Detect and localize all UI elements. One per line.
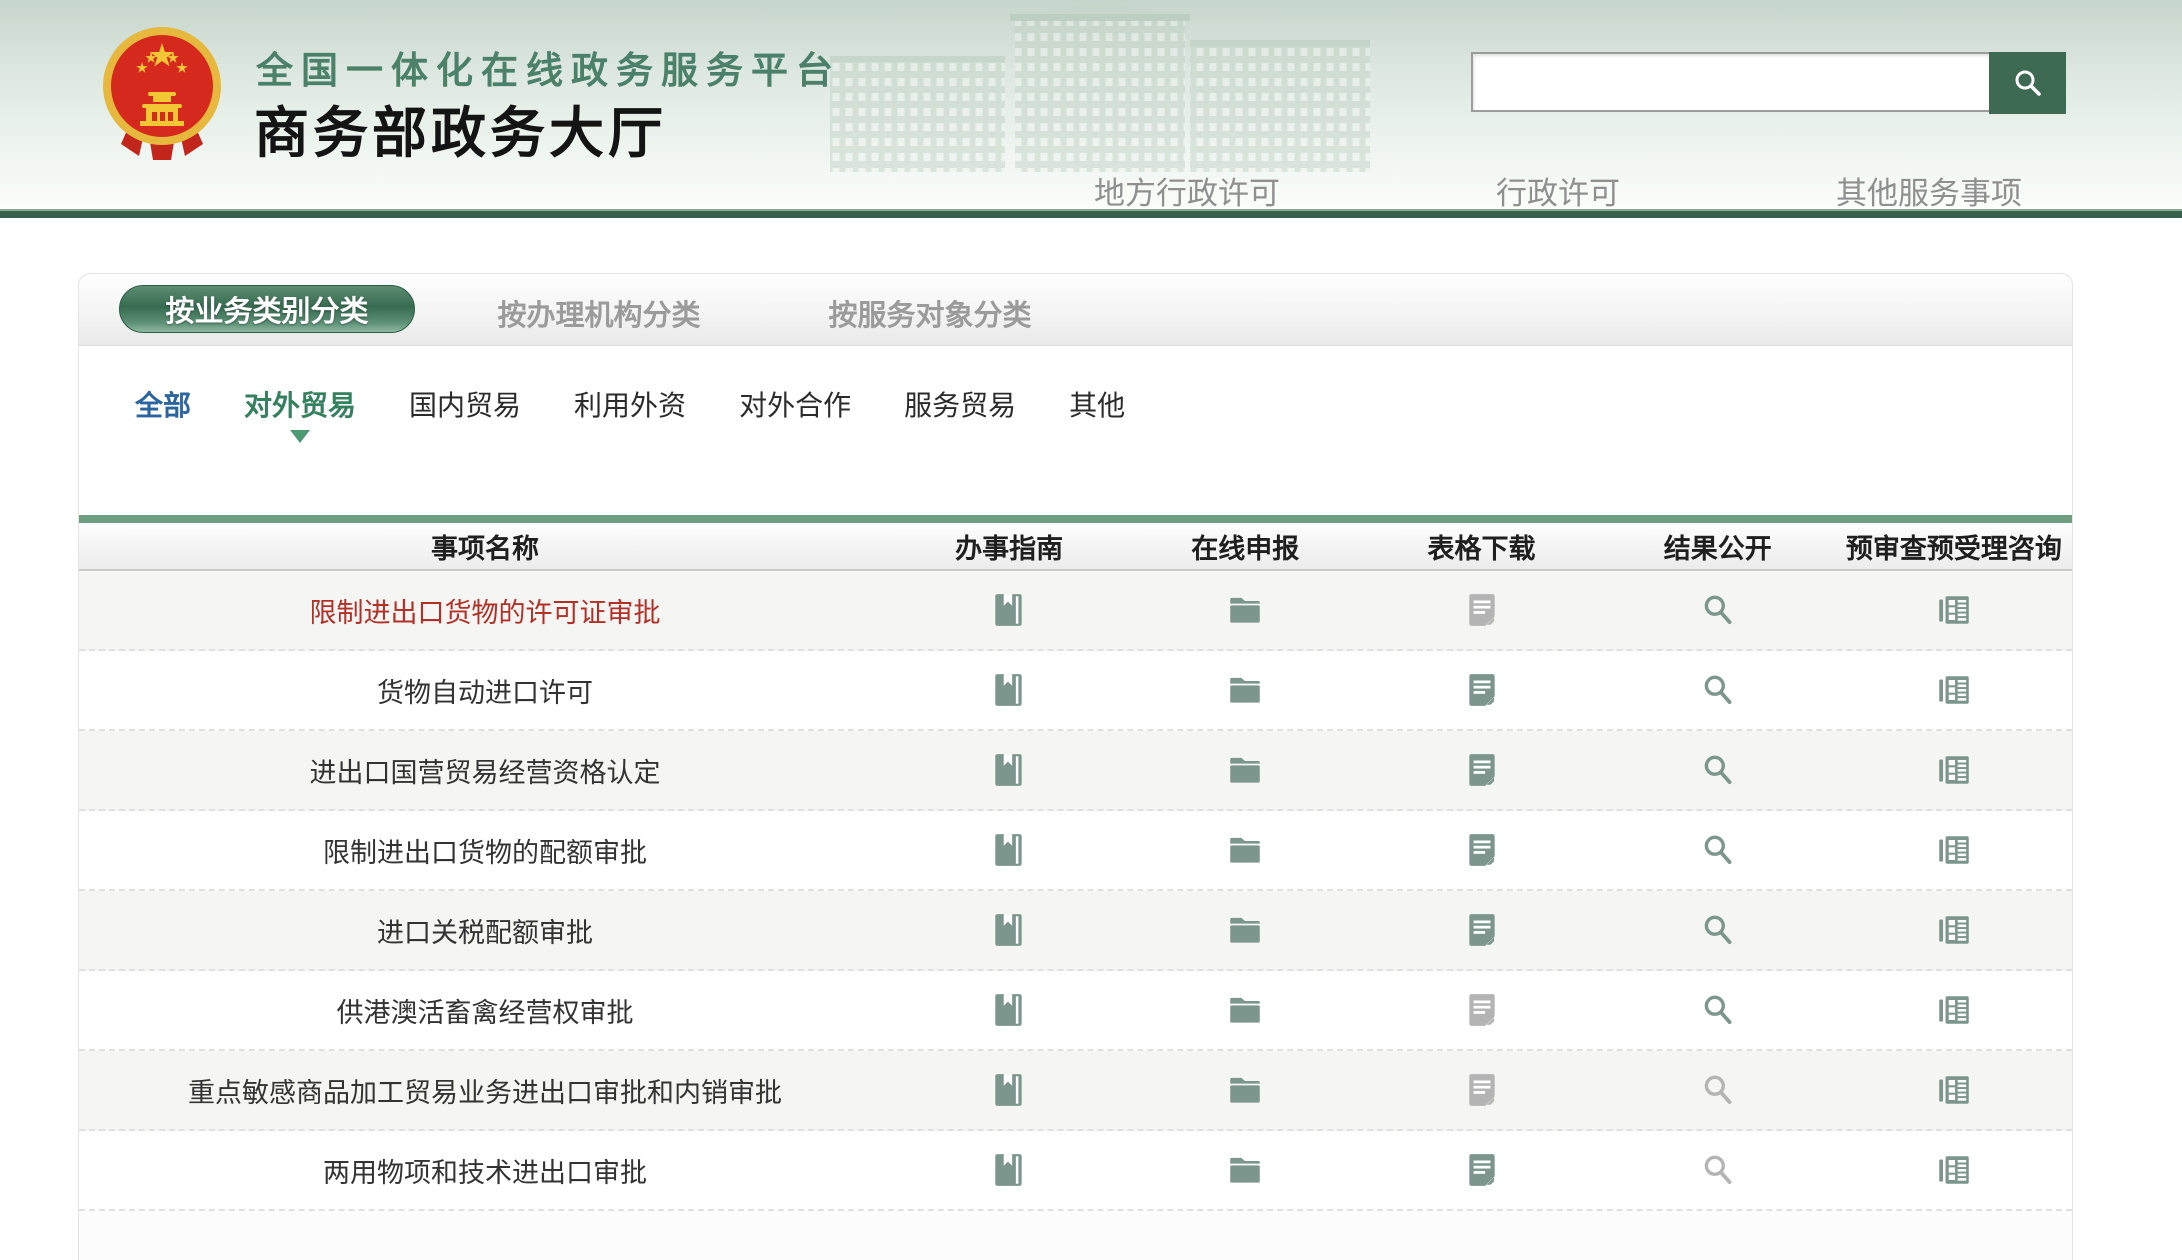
nav-item-other-services[interactable]: 其他服务事项 bbox=[1836, 168, 2022, 213]
apply-folder-icon[interactable] bbox=[1226, 1071, 1264, 1109]
form-download-doc-icon[interactable] bbox=[1463, 1151, 1501, 1189]
main-panel: 按业务类别分类 按办理机构分类 按服务对象分类 全部 对外贸易 国内贸易 利用外… bbox=[78, 273, 2073, 1260]
category-filter-row: 全部 对外贸易 国内贸易 利用外资 对外合作 服务贸易 其他 bbox=[79, 346, 2072, 515]
result-search-icon[interactable] bbox=[1699, 911, 1737, 949]
header-divider-bar bbox=[0, 209, 2182, 218]
result-search-icon[interactable] bbox=[1699, 751, 1737, 789]
search-input[interactable] bbox=[1471, 52, 1989, 112]
search-icon bbox=[2012, 67, 2044, 99]
nav-item-local-permits[interactable]: 地方行政许可 bbox=[1094, 168, 1280, 213]
column-header-item-name: 事项名称 bbox=[79, 527, 891, 566]
national-emblem bbox=[95, 16, 229, 166]
apply-folder-icon[interactable] bbox=[1226, 591, 1264, 629]
consult-grid-icon[interactable] bbox=[1935, 1151, 1973, 1189]
apply-folder-icon[interactable] bbox=[1226, 751, 1264, 789]
guide-book-icon[interactable] bbox=[990, 751, 1028, 789]
form-download-doc-icon[interactable] bbox=[1463, 991, 1501, 1029]
item-name-link[interactable]: 进出口国营贸易经营资格认定 bbox=[310, 758, 661, 788]
consult-grid-icon[interactable] bbox=[1935, 751, 1973, 789]
category-foreign-trade[interactable]: 对外贸易 bbox=[244, 384, 356, 424]
site-title: 商务部政务大厅 bbox=[254, 88, 667, 168]
table-body: 限制进出口货物的许可证审批 bbox=[79, 571, 2072, 1211]
table-row: 限制进出口货物的配额审批 bbox=[79, 811, 2072, 891]
consult-grid-icon[interactable] bbox=[1935, 671, 1973, 709]
table-row: 进出口国营贸易经营资格认定 bbox=[79, 731, 2072, 811]
item-name-link[interactable]: 限制进出口货物的配额审批 bbox=[323, 838, 647, 868]
page: 全国一体化在线政务服务平台 商务部政务大厅 地方行政许可 行政许可 其他服务事项… bbox=[0, 0, 2182, 1260]
table-header-row: 事项名称 办事指南 在线申报 表格下载 结果公开 预审查预受理咨询 bbox=[79, 523, 2072, 571]
search-button[interactable] bbox=[1989, 52, 2066, 114]
result-search-icon[interactable] bbox=[1699, 671, 1737, 709]
selected-category-arrow-icon bbox=[290, 430, 310, 453]
result-search-icon[interactable] bbox=[1699, 591, 1737, 629]
apply-folder-icon[interactable] bbox=[1226, 911, 1264, 949]
consult-grid-icon[interactable] bbox=[1935, 991, 1973, 1029]
category-domestic-trade[interactable]: 国内贸易 bbox=[409, 384, 521, 424]
item-name-link[interactable]: 供港澳活畜禽经营权审批 bbox=[337, 998, 634, 1028]
category-foreign-investment[interactable]: 利用外资 bbox=[574, 384, 686, 424]
item-name-link[interactable]: 重点敏感商品加工贸易业务进出口审批和内销审批 bbox=[188, 1078, 782, 1108]
table-row: 货物自动进口许可 bbox=[79, 651, 2072, 731]
consult-grid-icon[interactable] bbox=[1935, 1071, 1973, 1109]
consult-grid-icon[interactable] bbox=[1935, 911, 1973, 949]
table-row: 重点敏感商品加工贸易业务进出口审批和内销审批 bbox=[79, 1051, 2072, 1131]
category-service-trade[interactable]: 服务贸易 bbox=[904, 384, 1016, 424]
column-header-online-apply: 在线申报 bbox=[1127, 527, 1363, 566]
nav-item-admin-permits[interactable]: 行政许可 bbox=[1496, 168, 1620, 213]
item-name-link[interactable]: 两用物项和技术进出口审批 bbox=[323, 1158, 647, 1188]
search-area bbox=[1471, 52, 2066, 114]
result-search-icon[interactable] bbox=[1699, 1151, 1737, 1189]
apply-folder-icon[interactable] bbox=[1226, 831, 1264, 869]
item-name-link[interactable]: 货物自动进口许可 bbox=[377, 678, 593, 708]
guide-book-icon[interactable] bbox=[990, 591, 1028, 629]
consult-grid-icon[interactable] bbox=[1935, 831, 1973, 869]
guide-book-icon[interactable] bbox=[990, 831, 1028, 869]
category-foreign-trade-label: 对外贸易 bbox=[244, 390, 356, 421]
guide-book-icon[interactable] bbox=[990, 1071, 1028, 1109]
site-header: 全国一体化在线政务服务平台 商务部政务大厅 地方行政许可 行政许可 其他服务事项 bbox=[0, 0, 2182, 209]
column-header-result-public: 结果公开 bbox=[1600, 527, 1836, 566]
column-header-form-download: 表格下载 bbox=[1363, 527, 1599, 566]
result-search-icon[interactable] bbox=[1699, 831, 1737, 869]
guide-book-icon[interactable] bbox=[990, 1151, 1028, 1189]
apply-folder-icon[interactable] bbox=[1226, 1151, 1264, 1189]
tab-by-agency[interactable]: 按办理机构分类 bbox=[449, 292, 749, 334]
tab-by-business-category[interactable]: 按业务类别分类 bbox=[119, 285, 415, 333]
table-row: 两用物项和技术进出口审批 bbox=[79, 1131, 2072, 1211]
result-search-icon[interactable] bbox=[1699, 1071, 1737, 1109]
guide-book-icon[interactable] bbox=[990, 911, 1028, 949]
top-nav: 地方行政许可 行政许可 其他服务事项 bbox=[1094, 168, 2022, 213]
table-bottom-filler bbox=[79, 1211, 2072, 1260]
tab-strip: 按业务类别分类 按办理机构分类 按服务对象分类 bbox=[79, 274, 2072, 346]
guide-book-icon[interactable] bbox=[990, 991, 1028, 1029]
table-row: 供港澳活畜禽经营权审批 bbox=[79, 971, 2072, 1051]
column-header-pre-review-consult: 预审查预受理咨询 bbox=[1836, 527, 2072, 566]
table-row: 限制进出口货物的许可证审批 bbox=[79, 571, 2072, 651]
column-header-guide: 办事指南 bbox=[891, 527, 1127, 566]
category-all[interactable]: 全部 bbox=[135, 384, 191, 424]
form-download-doc-icon[interactable] bbox=[1463, 911, 1501, 949]
item-name-link[interactable]: 进口关税配额审批 bbox=[377, 918, 593, 948]
table-top-bar bbox=[79, 515, 2072, 523]
table-row: 进口关税配额审批 bbox=[79, 891, 2072, 971]
item-name-link[interactable]: 限制进出口货物的许可证审批 bbox=[310, 598, 661, 628]
form-download-doc-icon[interactable] bbox=[1463, 671, 1501, 709]
form-download-doc-icon[interactable] bbox=[1463, 751, 1501, 789]
consult-grid-icon[interactable] bbox=[1935, 591, 1973, 629]
tab-by-service-target[interactable]: 按服务对象分类 bbox=[780, 292, 1080, 334]
form-download-doc-icon[interactable] bbox=[1463, 1071, 1501, 1109]
category-foreign-cooperation[interactable]: 对外合作 bbox=[739, 384, 851, 424]
category-other[interactable]: 其他 bbox=[1069, 384, 1125, 424]
apply-folder-icon[interactable] bbox=[1226, 991, 1264, 1029]
platform-title: 全国一体化在线政务服务平台 bbox=[256, 40, 841, 94]
result-search-icon[interactable] bbox=[1699, 991, 1737, 1029]
form-download-doc-icon[interactable] bbox=[1463, 591, 1501, 629]
form-download-doc-icon[interactable] bbox=[1463, 831, 1501, 869]
apply-folder-icon[interactable] bbox=[1226, 671, 1264, 709]
guide-book-icon[interactable] bbox=[990, 671, 1028, 709]
building-image bbox=[830, 0, 1370, 172]
